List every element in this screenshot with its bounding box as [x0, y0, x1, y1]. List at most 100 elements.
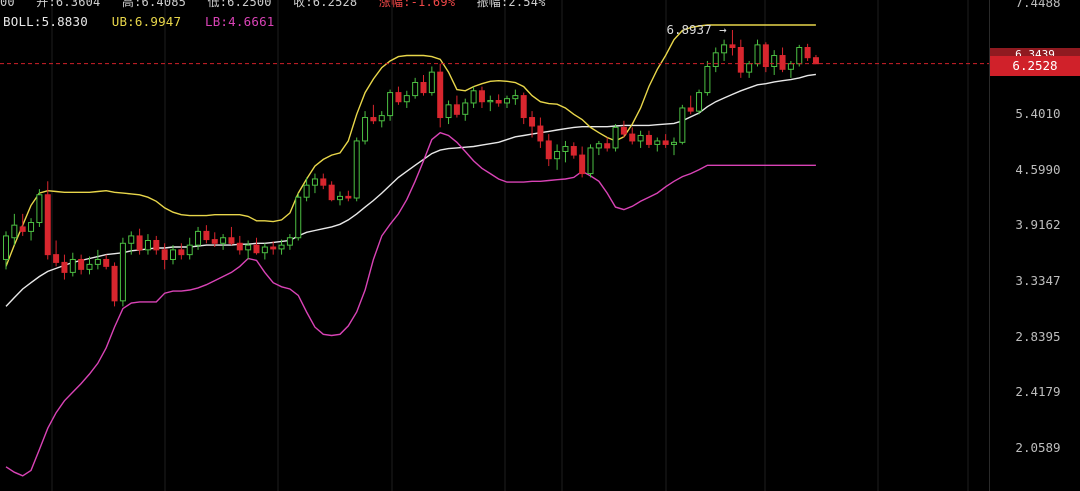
- candle-body: [186, 244, 193, 256]
- candle-body: [562, 146, 569, 152]
- candle-body: [111, 265, 118, 302]
- candle-body: [470, 90, 477, 104]
- close-value: 收:6.2528: [293, 0, 358, 9]
- candle-body: [253, 244, 260, 254]
- candle-body: [662, 140, 669, 145]
- candle-body: [94, 258, 101, 265]
- candle-body: [428, 71, 435, 94]
- boll-ub-value: UB:6.9947: [111, 14, 182, 29]
- time-fragment: 00: [0, 0, 15, 9]
- candle-body: [645, 134, 652, 145]
- candle-body: [286, 237, 293, 246]
- chart-canvas[interactable]: [0, 0, 1080, 491]
- candle-body: [378, 115, 385, 122]
- candle-body: [570, 146, 577, 156]
- candle-body: [220, 237, 227, 244]
- candle-body: [512, 95, 519, 100]
- y-tick-label: 3.3347: [1015, 273, 1061, 289]
- candle-body: [812, 57, 819, 65]
- candle-body: [86, 263, 93, 270]
- candle-body: [261, 246, 268, 254]
- candle-body: [629, 133, 636, 142]
- candle-body: [804, 46, 811, 59]
- candle-body: [228, 237, 235, 244]
- candle-body: [144, 240, 151, 251]
- max-price-label: 6.8937 →: [666, 21, 727, 37]
- candle-body: [696, 92, 703, 112]
- current-price-label: 6.2528: [1012, 57, 1058, 73]
- candle-body: [712, 52, 719, 68]
- candle-body: [453, 104, 460, 115]
- candle-body: [445, 104, 452, 119]
- candle-body: [295, 196, 302, 239]
- candle-body: [579, 154, 586, 175]
- candle-body: [478, 90, 485, 103]
- candle-body: [44, 194, 51, 256]
- candle-body: [504, 98, 510, 104]
- candle-body: [587, 147, 594, 175]
- candle-body: [704, 66, 711, 94]
- candle-body: [28, 222, 35, 232]
- candle-body: [11, 224, 18, 239]
- change-percent: 涨幅:-1.69%: [378, 0, 456, 9]
- candle-body: [637, 134, 644, 142]
- candle-body: [236, 242, 243, 251]
- candle-body: [103, 258, 110, 267]
- candle-body: [61, 261, 68, 273]
- candle-body: [554, 150, 561, 160]
- candle-body: [328, 184, 335, 201]
- series-line-lb: [5, 131, 816, 477]
- candle-body: [537, 125, 544, 142]
- candle-body: [245, 244, 252, 251]
- boll-legend: BOLL:5.8830 UB:6.9947 LB:4.6661: [3, 14, 291, 30]
- candle-body: [595, 143, 602, 149]
- candle-body: [654, 140, 661, 145]
- candle-body: [420, 81, 427, 94]
- y-tick-label: 4.5990: [1015, 161, 1061, 177]
- candle-body: [495, 99, 502, 104]
- candle-body: [195, 230, 202, 246]
- candlestick-chart[interactable]: 00 开:6.3604 高:6.4085 低:6.2500 收:6.2528 涨…: [0, 0, 1080, 491]
- candle-body: [395, 92, 402, 103]
- candle-body: [36, 194, 43, 224]
- candle-body: [53, 254, 60, 263]
- candle-body: [78, 258, 85, 270]
- candle-body: [737, 46, 744, 73]
- candle-body: [796, 46, 803, 65]
- low-value: 低:6.2500: [207, 0, 272, 9]
- candle-body: [270, 246, 277, 250]
- candle-body: [721, 44, 728, 54]
- candle-body: [545, 140, 552, 160]
- candle-body: [779, 55, 786, 70]
- candle-body: [3, 235, 9, 260]
- candle-body: [771, 55, 778, 68]
- boll-mid-value: BOLL:5.8830: [3, 14, 88, 29]
- candle-body: [612, 126, 619, 149]
- candle-body: [620, 126, 627, 135]
- y-tick-label: 7.4488: [1015, 0, 1061, 10]
- boll-lb-value: LB:4.6661: [204, 14, 275, 29]
- candle-body: [746, 63, 753, 73]
- candle-body: [412, 81, 419, 97]
- candle-body: [437, 71, 444, 119]
- candle-body: [136, 235, 143, 251]
- y-tick-label: 3.9162: [1015, 217, 1061, 233]
- candle-body: [345, 195, 352, 199]
- candle-body: [278, 244, 285, 250]
- candle-body: [787, 63, 794, 70]
- candle-body: [170, 249, 176, 260]
- high-value: 高:6.4085: [121, 0, 187, 9]
- candle-body: [311, 178, 318, 186]
- candle-body: [729, 44, 736, 48]
- candle-body: [604, 143, 611, 149]
- candle-body: [671, 141, 677, 145]
- candle-body: [128, 235, 135, 244]
- candle-body: [370, 117, 377, 122]
- y-tick-label: 2.4179: [1015, 384, 1061, 400]
- candle-body: [161, 249, 168, 260]
- candle-body: [303, 184, 310, 198]
- series-line-ub: [5, 24, 816, 267]
- candle-body: [353, 140, 360, 199]
- amplitude-value: 振幅:2.54%: [476, 0, 546, 9]
- candle-body: [119, 242, 126, 302]
